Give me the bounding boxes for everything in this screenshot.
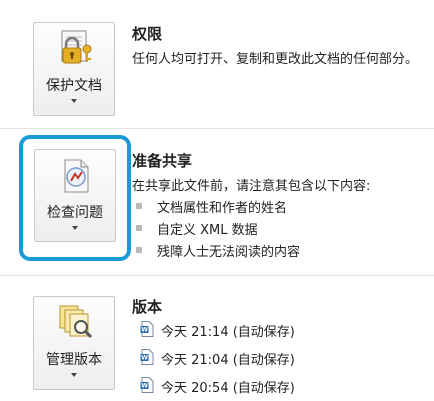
chevron-down-icon (71, 99, 77, 103)
manage-versions-label: 管理版本 (46, 352, 102, 368)
word-doc-icon: W (140, 349, 154, 365)
inspect-document-icon (64, 159, 89, 193)
versions-title: 版本 (132, 298, 163, 316)
section-divider (0, 128, 434, 129)
manage-versions-icon (59, 305, 93, 339)
protect-document-label: 保护文档 (46, 78, 102, 94)
svg-text:W: W (141, 355, 148, 362)
version-label: 今天 20:54 (自动保存) (161, 381, 295, 396)
prepare-description: 在共享此文件前，请注意其包含以下内容: (132, 179, 371, 194)
manage-versions-button[interactable]: 管理版本 (33, 296, 115, 390)
word-doc-icon: W (140, 377, 154, 393)
version-label: 今天 21:14 (自动保存) (161, 325, 295, 340)
bullet-icon (136, 225, 142, 231)
bullet-icon (136, 203, 142, 209)
version-row[interactable]: W 今天 20:54 (自动保存) (140, 377, 340, 396)
version-label: 今天 21:04 (自动保存) (161, 353, 295, 368)
permissions-description: 任何人均可打开、复制和更改此文档的任何部分。 (132, 52, 419, 67)
bullet-icon (136, 247, 142, 253)
section-divider (0, 275, 434, 276)
check-for-issues-label: 检查问题 (47, 205, 103, 221)
check-for-issues-button[interactable]: 检查问题 (34, 149, 116, 242)
version-row[interactable]: W 今天 21:04 (自动保存) (140, 349, 340, 368)
prepare-title: 准备共享 (132, 152, 193, 170)
chevron-down-icon (72, 226, 78, 230)
svg-text:W: W (141, 383, 148, 390)
chevron-down-icon (71, 373, 77, 377)
permissions-title: 权限 (132, 25, 163, 43)
svg-text:W: W (141, 327, 148, 334)
prepare-item: 残障人士无法阅读的内容 (157, 245, 301, 260)
prepare-item: 自定义 XML 数据 (157, 223, 258, 238)
prepare-item: 文档属性和作者的姓名 (157, 201, 288, 216)
word-doc-icon: W (140, 321, 154, 337)
version-row[interactable]: W 今天 21:14 (自动保存) (140, 321, 340, 340)
protect-document-button[interactable]: 保护文档 (33, 22, 115, 116)
lock-document-icon (61, 30, 92, 64)
